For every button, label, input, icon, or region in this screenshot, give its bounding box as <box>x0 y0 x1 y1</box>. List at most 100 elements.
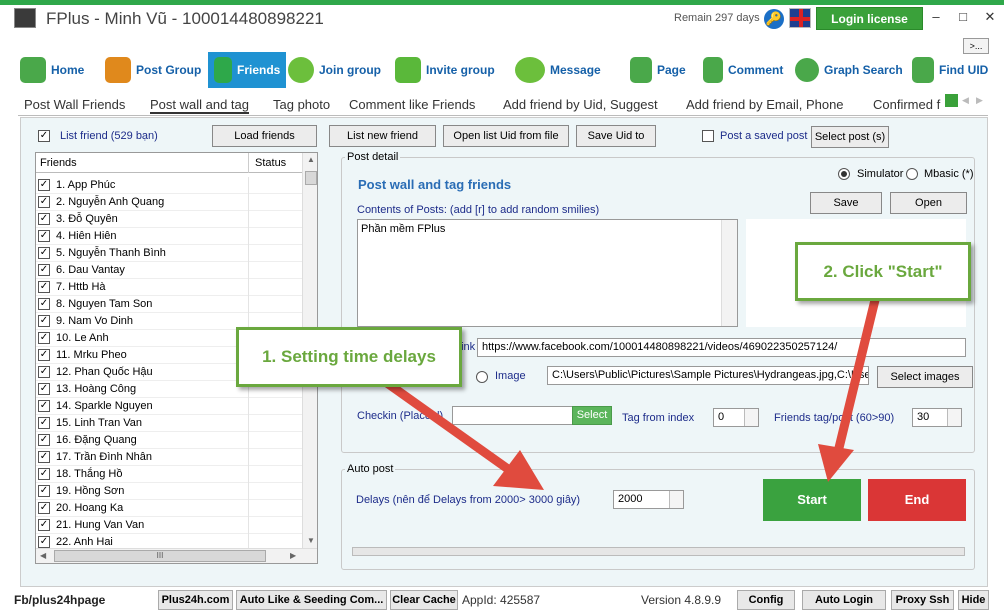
friend-checkbox[interactable]: ✓ <box>38 264 50 276</box>
friend-checkbox[interactable]: ✓ <box>38 451 50 463</box>
delays-input[interactable]: 2000 <box>613 490 684 509</box>
list-friend-checkbox[interactable]: ✓ <box>38 130 50 142</box>
scroll-right-arrow[interactable]: ▶ <box>290 551 296 560</box>
subtab-post-wall-and-tag[interactable]: Post wall and tag <box>150 97 250 114</box>
post-content-textarea[interactable]: Phần mềm FPlus <box>357 219 738 327</box>
scroll-left-arrow[interactable]: ◀ <box>40 551 46 560</box>
tab-graph-search[interactable]: Graph Search <box>795 52 903 88</box>
friend-row[interactable]: ✓ 6. Dau Vantay <box>36 262 302 279</box>
friend-checkbox[interactable]: ✓ <box>38 213 50 225</box>
friend-row[interactable]: ✓ 5. Nguyễn Thanh Bình <box>36 245 302 262</box>
friend-checkbox[interactable]: ✓ <box>38 468 50 480</box>
friend-row[interactable]: ✓ 16. Đặng Quang <box>36 432 302 449</box>
friend-row[interactable]: ✓ 19. Hồng Sơn <box>36 483 302 500</box>
friend-row[interactable]: ✓ 8. Nguyen Tam Son <box>36 296 302 313</box>
save-button[interactable]: Save <box>810 192 882 214</box>
friend-checkbox[interactable]: ✓ <box>38 383 50 395</box>
start-button[interactable]: Start <box>763 479 861 521</box>
friend-checkbox[interactable]: ✓ <box>38 417 50 429</box>
friend-checkbox[interactable]: ✓ <box>38 519 50 531</box>
plus24h-button[interactable]: Plus24h.com <box>158 590 233 610</box>
subtab-add-friend-email[interactable]: Add friend by Email, Phone <box>686 97 844 112</box>
subtab-comment-like-friends[interactable]: Comment like Friends <box>349 97 475 112</box>
friend-checkbox[interactable]: ✓ <box>38 536 50 548</box>
tab-find-uid[interactable]: Find UID <box>912 52 988 88</box>
friend-checkbox[interactable]: ✓ <box>38 485 50 497</box>
tab-invite-group[interactable]: Invite group <box>395 52 495 88</box>
post-saved-checkbox[interactable] <box>702 130 714 142</box>
column-status[interactable]: Status <box>255 157 286 169</box>
mbasic-radio[interactable] <box>906 168 918 180</box>
link-input[interactable]: https://www.facebook.com/100014480898221… <box>477 338 966 357</box>
tab-scroll-toggle[interactable] <box>945 94 958 107</box>
friends-tag-spinner[interactable] <box>947 409 961 426</box>
post-content-scrollbar[interactable] <box>721 220 737 326</box>
proxy-ssh-button[interactable]: Proxy Ssh <box>891 590 954 610</box>
friend-checkbox[interactable]: ✓ <box>38 366 50 378</box>
subtab-tag-photo[interactable]: Tag photo <box>273 97 330 112</box>
english-flag-icon[interactable] <box>789 8 811 28</box>
scroll-up-arrow[interactable]: ▲ <box>307 155 315 164</box>
tag-from-spinner[interactable] <box>744 409 758 426</box>
friend-checkbox[interactable]: ✓ <box>38 196 50 208</box>
hide-button[interactable]: Hide <box>958 590 989 610</box>
image-path-input[interactable]: C:\Users\Public\Pictures\Sample Pictures… <box>547 366 869 385</box>
column-friends[interactable]: Friends <box>40 157 77 169</box>
simulator-radio[interactable] <box>838 168 850 180</box>
tab-comment[interactable]: Comment <box>703 52 783 88</box>
friend-row[interactable]: ✓ 18. Thắng Hồ <box>36 466 302 483</box>
friends-horizontal-scrollbar[interactable]: ◀ III ▶ <box>36 548 317 563</box>
subtab-post-wall-friends[interactable]: Post Wall Friends <box>24 97 125 112</box>
minimize-button[interactable]: – <box>926 8 946 26</box>
friends-tag-input[interactable]: 30 <box>912 408 962 427</box>
friend-row[interactable]: ✓ 17. Trần Đình Nhân <box>36 449 302 466</box>
friend-checkbox[interactable]: ✓ <box>38 230 50 242</box>
auto-login-button[interactable]: Auto Login <box>802 590 886 610</box>
friend-checkbox[interactable]: ✓ <box>38 281 50 293</box>
friend-row[interactable]: ✓ 1. App Phúc <box>36 177 302 194</box>
tab-post-group[interactable]: Post Group <box>105 52 201 88</box>
select-post-button[interactable]: Select post (s) <box>811 126 889 148</box>
tab-scroll-left[interactable]: ◀ <box>959 94 972 107</box>
friend-row[interactable]: ✓ 3. Đỗ Quyên <box>36 211 302 228</box>
friend-checkbox[interactable]: ✓ <box>38 502 50 514</box>
subtab-add-friend-uid[interactable]: Add friend by Uid, Suggest <box>503 97 658 112</box>
config-button[interactable]: Config <box>737 590 795 610</box>
friend-row[interactable]: ✓ 2. Nguyễn Anh Quang <box>36 194 302 211</box>
horizontal-scroll-thumb[interactable]: III <box>54 550 266 562</box>
select-images-button[interactable]: Select images <box>877 366 973 388</box>
friend-row[interactable]: ✓ 4. Hiên Hiên <box>36 228 302 245</box>
open-button[interactable]: Open <box>890 192 967 214</box>
friend-row[interactable]: ✓ 14. Sparkle Nguyen <box>36 398 302 415</box>
friend-row[interactable]: ✓ 7. Httb Hà <box>36 279 302 296</box>
load-friends-button[interactable]: Load friends <box>212 125 317 147</box>
friend-row[interactable]: ✓ 15. Linh Tran Van <box>36 415 302 432</box>
end-button[interactable]: End <box>868 479 966 521</box>
tab-page[interactable]: Page <box>630 52 686 88</box>
close-button[interactable]: ✕ <box>980 8 1000 26</box>
image-radio[interactable] <box>476 371 488 383</box>
tab-scroll-right[interactable]: ▶ <box>973 94 986 107</box>
auto-like-button[interactable]: Auto Like & Seeding Com... <box>236 590 387 610</box>
friend-row[interactable]: ✓ 21. Hung Van Van <box>36 517 302 534</box>
subtab-confirmed[interactable]: Confirmed f <box>873 97 943 112</box>
friend-checkbox[interactable]: ✓ <box>38 298 50 310</box>
friend-checkbox[interactable]: ✓ <box>38 179 50 191</box>
friend-checkbox[interactable]: ✓ <box>38 349 50 361</box>
tab-home[interactable]: Home <box>20 52 84 88</box>
friend-checkbox[interactable]: ✓ <box>38 332 50 344</box>
tab-join-group[interactable]: Join group <box>288 52 381 88</box>
vertical-scroll-thumb[interactable] <box>305 171 317 185</box>
fb-page-link[interactable]: Fb/plus24hpage <box>14 593 105 607</box>
clear-cache-button[interactable]: Clear Cache <box>390 590 458 610</box>
scroll-down-arrow[interactable]: ▼ <box>307 536 315 545</box>
friend-checkbox[interactable]: ✓ <box>38 315 50 327</box>
tab-friends[interactable]: Friends <box>208 52 287 88</box>
save-uid-button[interactable]: Save Uid to <box>576 125 656 147</box>
list-new-friend-button[interactable]: List new friend <box>329 125 436 147</box>
tag-from-input[interactable]: 0 <box>713 408 759 427</box>
login-license-button[interactable]: Login license <box>816 7 923 30</box>
friend-checkbox[interactable]: ✓ <box>38 247 50 259</box>
friend-checkbox[interactable]: ✓ <box>38 400 50 412</box>
checkin-select-button[interactable]: Select <box>572 406 612 425</box>
